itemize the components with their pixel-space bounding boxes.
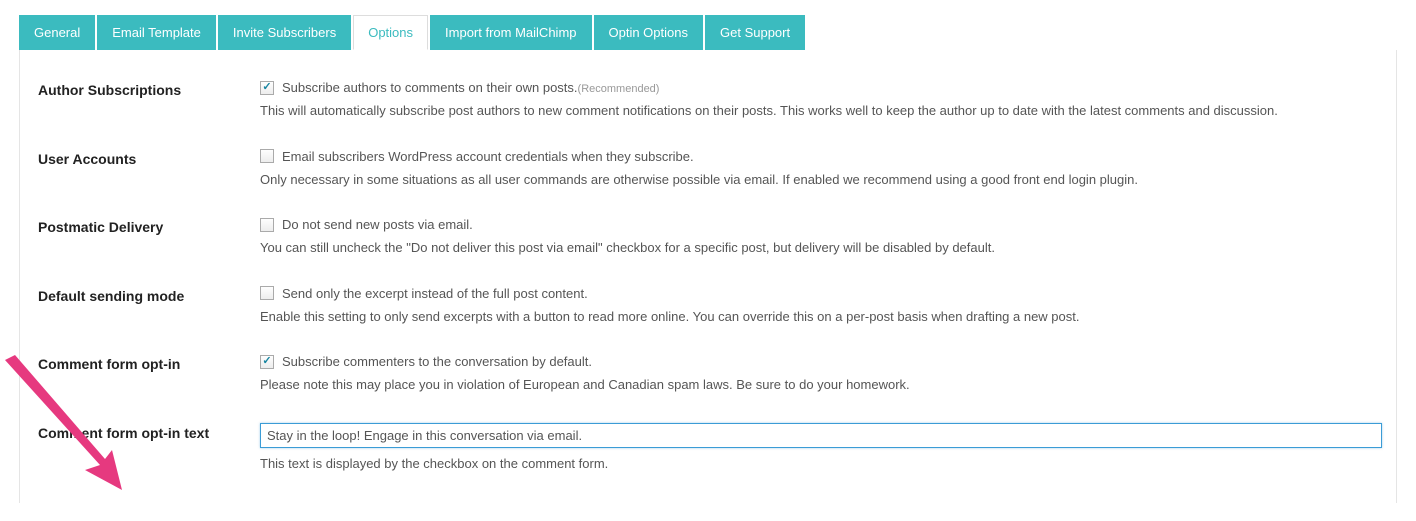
checkbox-comment-form-optin[interactable] bbox=[260, 355, 274, 369]
tab-general[interactable]: General bbox=[19, 15, 95, 50]
tab-get-support[interactable]: Get Support bbox=[705, 15, 805, 50]
row-author-subscriptions: Author Subscriptions Subscribe authors t… bbox=[38, 80, 1396, 121]
recommended-tag: (Recommended) bbox=[578, 83, 660, 95]
row-user-accounts: User Accounts Email subscribers WordPres… bbox=[38, 149, 1396, 190]
tab-email-template[interactable]: Email Template bbox=[97, 15, 216, 50]
tab-optin-options[interactable]: Optin Options bbox=[594, 15, 704, 50]
desc-default-sending-mode: Enable this setting to only send excerpt… bbox=[260, 307, 1386, 327]
desc-comment-form-optin-text: This text is displayed by the checkbox o… bbox=[260, 454, 1386, 474]
label-comment-form-optin: Comment form opt-in bbox=[38, 354, 260, 372]
label-author-subscriptions: Author Subscriptions bbox=[38, 80, 260, 98]
label-postmatic-delivery: Postmatic Delivery bbox=[38, 217, 260, 235]
tab-import-mailchimp[interactable]: Import from MailChimp bbox=[430, 15, 591, 50]
desc-author-subscriptions: This will automatically subscribe post a… bbox=[260, 101, 1386, 121]
desc-user-accounts: Only necessary in some situations as all… bbox=[260, 170, 1386, 190]
checkbox-user-accounts[interactable] bbox=[260, 149, 274, 163]
tab-invite-subscribers[interactable]: Invite Subscribers bbox=[218, 15, 351, 50]
tab-bar: General Email Template Invite Subscriber… bbox=[19, 15, 1416, 50]
row-postmatic-delivery: Postmatic Delivery Do not send new posts… bbox=[38, 217, 1396, 258]
row-comment-form-optin-text: Comment form opt-in text This text is di… bbox=[38, 423, 1396, 474]
check-label-user-accounts: Email subscribers WordPress account cred… bbox=[282, 149, 694, 164]
desc-comment-form-optin: Please note this may place you in violat… bbox=[260, 375, 1386, 395]
checkbox-postmatic-delivery[interactable] bbox=[260, 218, 274, 232]
options-panel: Author Subscriptions Subscribe authors t… bbox=[19, 50, 1397, 503]
label-comment-form-optin-text: Comment form opt-in text bbox=[38, 423, 260, 441]
tab-options[interactable]: Options bbox=[353, 15, 428, 50]
input-comment-form-optin-text[interactable] bbox=[260, 423, 1382, 448]
check-label-comment-form-optin: Subscribe commenters to the conversation… bbox=[282, 354, 592, 369]
check-label-default-sending-mode: Send only the excerpt instead of the ful… bbox=[282, 286, 588, 301]
check-label-postmatic-delivery: Do not send new posts via email. bbox=[282, 217, 473, 232]
label-default-sending-mode: Default sending mode bbox=[38, 286, 260, 304]
row-default-sending-mode: Default sending mode Send only the excer… bbox=[38, 286, 1396, 327]
checkbox-default-sending-mode[interactable] bbox=[260, 286, 274, 300]
label-user-accounts: User Accounts bbox=[38, 149, 260, 167]
check-label-author-subscriptions: Subscribe authors to comments on their o… bbox=[282, 80, 659, 95]
checkbox-author-subscriptions[interactable] bbox=[260, 81, 274, 95]
desc-postmatic-delivery: You can still uncheck the "Do not delive… bbox=[260, 238, 1386, 258]
row-comment-form-optin: Comment form opt-in Subscribe commenters… bbox=[38, 354, 1396, 395]
